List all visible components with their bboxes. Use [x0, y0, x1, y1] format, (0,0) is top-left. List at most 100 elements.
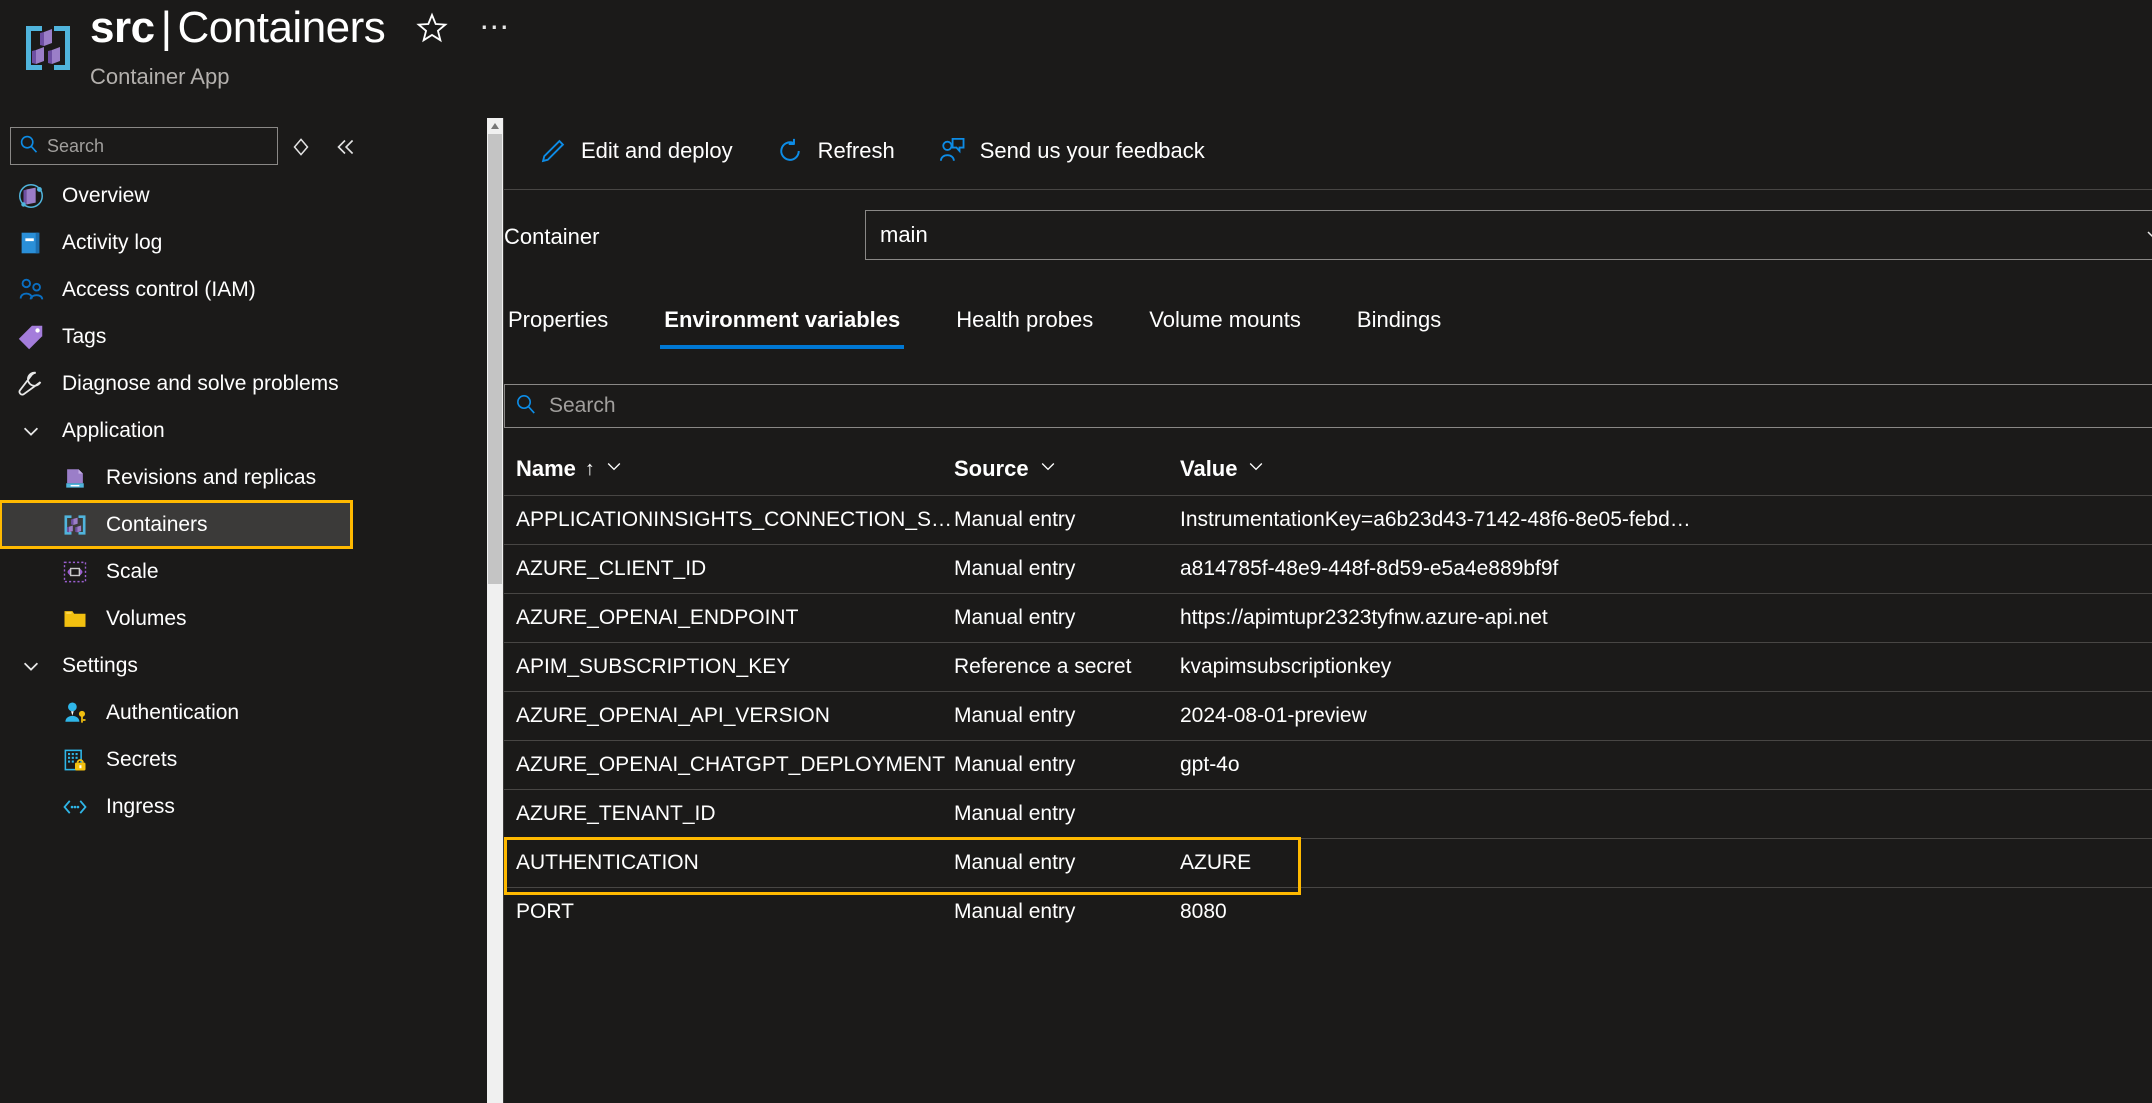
table-row[interactable]: AZURE_OPENAI_API_VERSION Manual entry 20…: [504, 692, 2152, 740]
sidebar-group-settings[interactable]: Settings: [0, 642, 470, 689]
cell-source: Manual entry: [954, 557, 1076, 580]
cell-name: PORT: [516, 900, 574, 923]
sidebar-item-scale[interactable]: Scale: [0, 548, 470, 595]
send-feedback-label: Send us your feedback: [979, 138, 1205, 163]
column-label: Name: [516, 456, 576, 481]
cell-source: Reference a secret: [954, 655, 1132, 678]
sidebar-item-label: Authentication: [106, 700, 240, 724]
tab-health-probes[interactable]: Health probes: [928, 307, 1121, 349]
send-feedback-button[interactable]: Send us your feedback: [933, 129, 1209, 173]
sidebar-item-label: Ingress: [106, 794, 175, 818]
column-header-value[interactable]: Value: [1180, 456, 2152, 482]
sidebar-item-overview[interactable]: Overview: [0, 172, 470, 219]
page-subtitle: Container App: [90, 64, 230, 89]
sidebar-item-volumes[interactable]: Volumes: [0, 595, 470, 642]
cell-source: Manual entry: [954, 802, 1076, 825]
ellipsis-icon[interactable]: ⋯: [479, 13, 511, 43]
sidebar-group-label: Settings: [62, 653, 138, 677]
table-row[interactable]: PORT Manual entry 8080: [504, 888, 2152, 936]
sidebar-item-ingress[interactable]: Ingress: [0, 783, 470, 830]
tab-environment-variables[interactable]: Environment variables: [636, 307, 928, 349]
cell-source: Manual entry: [954, 606, 1076, 629]
column-header-source[interactable]: Source: [954, 456, 1180, 482]
chevron-down-icon: [2143, 223, 2152, 247]
double-chevron-left-icon[interactable]: [332, 134, 358, 160]
tab-properties[interactable]: Properties: [504, 307, 636, 349]
sidebar-item-authentication[interactable]: Authentication: [0, 689, 470, 736]
environment-variables-table: Name ↑ Source Value APPLICATIONINSIGHTS_…: [504, 443, 2152, 936]
cell-name: AZURE_CLIENT_ID: [516, 557, 707, 580]
sidebar-item-containers[interactable]: Containers: [0, 500, 353, 549]
search-icon: [19, 134, 39, 159]
container-label: Container: [504, 224, 600, 249]
container-app-icon: [18, 18, 78, 78]
title-row: src | Containers ⋯: [90, 3, 511, 52]
sidebar-group-label: Application: [62, 418, 165, 442]
sidebar-search[interactable]: [10, 127, 278, 165]
edit-and-deploy-button[interactable]: Edit and deploy: [534, 129, 737, 173]
volumes-icon: [58, 602, 92, 636]
cell-name: APIM_SUBSCRIPTION_KEY: [516, 655, 791, 678]
cell-name: APPLICATIONINSIGHTS_CONNECTION_STRING: [516, 508, 954, 531]
sidebar-item-label: Secrets: [106, 747, 178, 771]
table-row[interactable]: AZURE_CLIENT_ID Manual entry a814785f-48…: [504, 545, 2152, 593]
table-row[interactable]: AZURE_OPENAI_CHATGPT_DEPLOYMENT Manual e…: [504, 741, 2152, 789]
table-search[interactable]: [504, 384, 2152, 428]
sidebar-group-application[interactable]: Application: [0, 407, 470, 454]
table-search-input[interactable]: [549, 394, 2137, 418]
tab-label: Health probes: [956, 307, 1094, 332]
chevron-down-icon: [14, 414, 48, 448]
table-header-row: Name ↑ Source Value: [504, 443, 2152, 495]
container-dropdown-value: main: [880, 222, 928, 247]
tab-label: Properties: [508, 307, 609, 332]
secrets-icon: [58, 743, 92, 777]
command-toolbar: Edit and deploy Refresh Send us your fee…: [504, 118, 1209, 184]
chevron-down-icon[interactable]: [1246, 456, 1266, 482]
table-row[interactable]: AZURE_TENANT_ID Manual entry: [504, 790, 2152, 838]
cell-value: 8080: [1180, 900, 1227, 923]
column-header-name[interactable]: Name ↑: [504, 456, 954, 482]
search-icon: [515, 393, 537, 420]
table-row[interactable]: APPLICATIONINSIGHTS_CONNECTION_STRING Ma…: [504, 496, 2152, 544]
tab-label: Environment variables: [664, 307, 901, 332]
sidebar-item-label: Diagnose and solve problems: [62, 371, 339, 395]
scrollbar-thumb[interactable]: [488, 134, 502, 584]
sidebar-item-diagnose[interactable]: Diagnose and solve problems: [0, 360, 470, 407]
tab-volume-mounts[interactable]: Volume mounts: [1121, 307, 1329, 349]
sidebar-item-revisions-and-replicas[interactable]: Revisions and replicas: [0, 454, 470, 501]
sidebar-nav-list: Overview Activity log Access control (IA…: [0, 172, 470, 830]
cell-source: Manual entry: [954, 851, 1076, 874]
cell-value: a814785f-48e9-448f-8d59-e5a4e889bf9f: [1180, 557, 1559, 580]
sidebar-item-tags[interactable]: Tags: [0, 313, 470, 360]
cell-source: Manual entry: [954, 753, 1076, 776]
tab-bindings[interactable]: Bindings: [1329, 307, 1469, 349]
search-input[interactable]: [47, 135, 257, 157]
column-label: Source: [954, 456, 1029, 481]
container-dropdown[interactable]: main: [865, 210, 2152, 260]
cell-source: Manual entry: [954, 900, 1076, 923]
table-row[interactable]: APIM_SUBSCRIPTION_KEY Reference a secret…: [504, 643, 2152, 691]
feedback-person-icon: [937, 136, 967, 166]
activity-log-icon: [14, 226, 48, 260]
column-label: Value: [1180, 456, 1238, 481]
sidebar-item-access-control[interactable]: Access control (IAM): [0, 266, 470, 313]
main-content: Edit and deploy Refresh Send us your fee…: [504, 118, 2152, 1103]
scale-icon: [58, 555, 92, 589]
page-title: src | Containers: [90, 3, 386, 52]
sidebar-scrollbar[interactable]: [487, 118, 503, 1103]
sidebar-item-label: Activity log: [62, 230, 163, 254]
resource-name: src: [90, 3, 155, 52]
sidebar-item-activity-log[interactable]: Activity log: [0, 219, 470, 266]
chevron-down-icon[interactable]: [1038, 456, 1058, 482]
table-row[interactable]: AZURE_OPENAI_ENDPOINT Manual entry https…: [504, 594, 2152, 642]
diagnose-icon: [14, 367, 48, 401]
scroll-up-arrow-icon[interactable]: [487, 118, 503, 134]
pencil-icon: [538, 136, 568, 166]
sidebar-item-secrets[interactable]: Secrets: [0, 736, 470, 783]
diamond-sort-icon[interactable]: [288, 134, 314, 160]
refresh-button[interactable]: Refresh: [771, 129, 899, 173]
table-row-highlighted[interactable]: AUTHENTICATION Manual entry AZURE: [504, 837, 2152, 895]
star-icon[interactable]: [415, 11, 449, 45]
cell-name: AZURE_TENANT_ID: [516, 802, 716, 825]
chevron-down-icon[interactable]: [604, 456, 624, 482]
